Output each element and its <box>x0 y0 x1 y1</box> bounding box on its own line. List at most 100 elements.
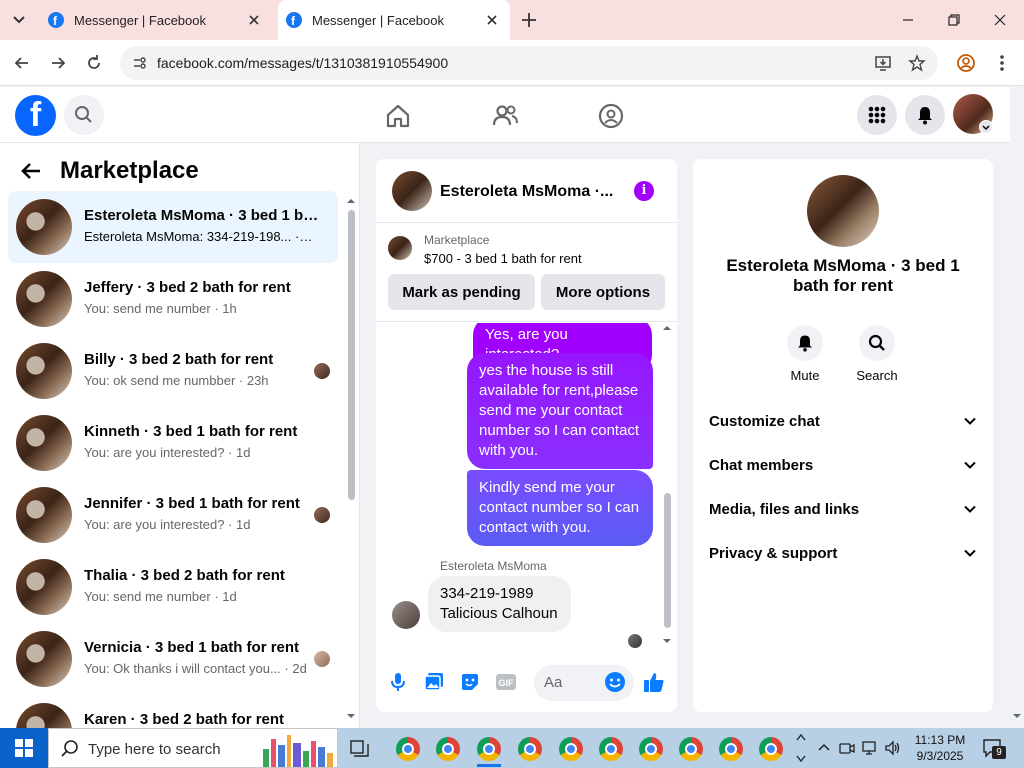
search-button[interactable]: Search <box>847 325 907 383</box>
home-icon[interactable] <box>384 102 412 130</box>
listing-thumbnail <box>16 199 72 255</box>
sent-message[interactable]: yes the house is still available for ren… <box>467 353 653 469</box>
scroll-up-icon[interactable] <box>346 196 356 206</box>
section-label: Customize chat <box>709 412 820 430</box>
scrollbar-thumb[interactable] <box>348 210 355 500</box>
taskbar-clock[interactable]: 11:13 PM 9/3/2025 <box>910 732 970 764</box>
site-info-icon[interactable] <box>131 55 147 71</box>
show-hidden-icons-chevron-icon[interactable] <box>815 739 833 757</box>
chevron-down-icon <box>964 417 976 425</box>
conversation-avatar-large[interactable] <box>807 175 879 247</box>
sender-avatar[interactable] <box>392 601 420 629</box>
task-view-icon[interactable] <box>350 739 370 757</box>
taskbar-search-box[interactable]: Type here to search <box>48 728 338 768</box>
taskbar-scroll-arrows-icon[interactable] <box>795 730 807 766</box>
network-icon[interactable] <box>861 739 879 757</box>
chat-members-section[interactable]: Chat members <box>709 451 977 479</box>
received-message[interactable]: 334-219-1989 Talicious Calhoun <box>428 576 571 632</box>
meet-now-icon[interactable] <box>838 739 856 757</box>
profile-avatar[interactable] <box>953 94 993 134</box>
chrome-taskbar-icon[interactable] <box>396 737 420 761</box>
windows-start-icon[interactable] <box>0 728 48 768</box>
chat-list-item[interactable]: Billy · 3 bed 2 bath for rent You: ok se… <box>8 335 338 407</box>
groups-icon[interactable] <box>597 102 625 130</box>
listing-title[interactable]: $700 - 3 bed 1 bath for rent <box>424 251 582 266</box>
forward-arrow-icon[interactable] <box>48 53 68 73</box>
mark-as-pending-button[interactable]: Mark as pending <box>388 274 535 310</box>
scroll-down-icon[interactable] <box>346 711 356 721</box>
chevron-down-icon <box>964 461 976 469</box>
back-arrow-icon[interactable] <box>20 161 42 181</box>
chat-list-item[interactable]: Jeffery · 3 bed 2 bath for rent You: sen… <box>8 263 338 335</box>
chat-list-item[interactable]: Kinneth · 3 bed 1 bath for rent You: are… <box>8 407 338 479</box>
mute-button[interactable]: Mute <box>775 325 835 383</box>
chat-name: Jeffery · 3 bed 2 bath for rent <box>84 279 291 296</box>
chat-list-item[interactable]: Vernicia · 3 bed 1 bath for rent You: Ok… <box>8 623 338 695</box>
chrome-taskbar-icon[interactable] <box>679 737 703 761</box>
media-files-links-section[interactable]: Media, files and links <box>709 495 977 523</box>
chrome-taskbar-icon[interactable] <box>719 737 743 761</box>
friends-icon[interactable] <box>491 102 519 130</box>
photo-icon[interactable] <box>423 671 445 693</box>
notification-center-icon[interactable]: 9 <box>982 738 1006 759</box>
message-scrollbar[interactable] <box>662 323 672 653</box>
minimize-icon[interactable] <box>898 10 918 30</box>
gif-icon[interactable]: GIF <box>495 671 517 693</box>
listing-thumbnail <box>16 343 72 399</box>
conversation-title[interactable]: Esteroleta MsMoma ·... <box>440 183 620 201</box>
page-scrollbar[interactable] <box>1010 87 1024 728</box>
microphone-icon[interactable] <box>387 671 409 693</box>
reload-icon[interactable] <box>84 53 104 73</box>
listing-thumbnail[interactable] <box>388 236 412 260</box>
menu-grid-icon[interactable] <box>857 95 897 135</box>
browser-menu-icon[interactable] <box>992 53 1012 73</box>
chat-list-header: Marketplace <box>20 157 199 185</box>
chat-list-item[interactable]: Karen · 3 bed 2 bath for rent <box>8 695 338 728</box>
chat-list-item[interactable]: Esteroleta MsMoma · 3 bed 1 ba... Estero… <box>8 191 338 263</box>
install-app-icon[interactable] <box>874 54 892 72</box>
scrollbar-thumb[interactable] <box>664 493 671 628</box>
sticker-icon[interactable] <box>459 671 481 693</box>
facebook-search-icon[interactable] <box>64 95 104 135</box>
tab-close-icon[interactable] <box>484 12 500 28</box>
back-arrow-icon[interactable] <box>12 53 32 73</box>
chrome-taskbar-icon[interactable] <box>599 737 623 761</box>
chat-name: Karen · 3 bed 2 bath for rent <box>84 711 285 728</box>
address-bar[interactable]: facebook.com/messages/t/1310381910554900 <box>120 46 938 80</box>
chrome-taskbar-icon[interactable] <box>477 737 501 767</box>
scroll-up-icon[interactable] <box>662 323 672 333</box>
chrome-taskbar-icon[interactable] <box>518 737 542 761</box>
chrome-taskbar-icon[interactable] <box>759 737 783 761</box>
tab-list-chevron-icon[interactable] <box>10 12 28 28</box>
close-window-icon[interactable] <box>990 10 1010 30</box>
message-line: Talicious Calhoun <box>440 605 558 622</box>
bookmark-star-icon[interactable] <box>908 54 926 72</box>
conversation-avatar[interactable] <box>392 171 432 211</box>
more-options-button[interactable]: More options <box>541 274 665 310</box>
chrome-taskbar-icon[interactable] <box>436 737 460 761</box>
browser-tab[interactable]: f Messenger | Facebook <box>40 0 272 40</box>
chat-list-scrollbar[interactable] <box>346 196 356 721</box>
facebook-logo[interactable]: f <box>15 95 56 136</box>
notifications-bell-icon[interactable] <box>905 95 945 135</box>
volume-icon[interactable] <box>884 739 902 757</box>
chat-preview: You: are you interested? · 1d <box>84 517 251 532</box>
browser-tab-active[interactable]: f Messenger | Facebook <box>278 0 510 40</box>
chrome-taskbar-icon[interactable] <box>639 737 663 761</box>
emoji-icon[interactable] <box>604 671 626 693</box>
scroll-down-icon[interactable] <box>662 636 672 646</box>
sent-message[interactable]: Kindly send me your contact number so I … <box>467 470 653 546</box>
profile-icon[interactable] <box>956 53 976 73</box>
customize-chat-section[interactable]: Customize chat <box>709 407 977 435</box>
conversation-info-icon[interactable]: i <box>634 181 654 201</box>
privacy-support-section[interactable]: Privacy & support <box>709 539 977 567</box>
tab-close-icon[interactable] <box>246 12 262 28</box>
facebook-favicon-icon: f <box>48 12 64 28</box>
chrome-taskbar-icon[interactable] <box>559 737 583 761</box>
scroll-down-icon[interactable] <box>1013 712 1021 720</box>
chat-list-item[interactable]: Jennifer · 3 bed 1 bath for rent You: ar… <box>8 479 338 551</box>
thumbs-up-icon[interactable] <box>643 671 665 693</box>
restore-icon[interactable] <box>944 10 964 30</box>
new-tab-plus-icon[interactable] <box>520 11 538 29</box>
chat-list-item[interactable]: Thalia · 3 bed 2 bath for rent You: send… <box>8 551 338 623</box>
